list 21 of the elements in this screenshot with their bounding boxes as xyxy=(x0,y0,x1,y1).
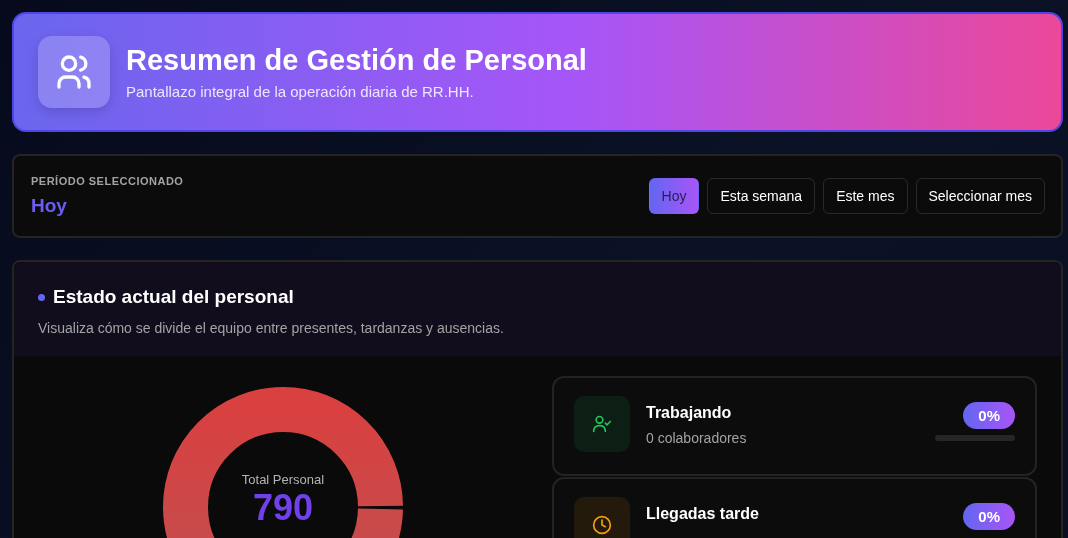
section-title: Estado actual del personal xyxy=(53,286,294,308)
status-count: 0 colaboradores xyxy=(646,430,748,446)
status-name: Llegadas tarde xyxy=(646,505,760,523)
percent-badge: 0% xyxy=(963,402,1015,429)
period-value: Hoy xyxy=(31,195,68,217)
bullet-dot xyxy=(38,293,45,301)
page-title: Resumen de Gestión de Personal xyxy=(126,44,587,77)
users-icon xyxy=(38,36,110,108)
status-name: Trabajando xyxy=(646,404,733,422)
page-subtitle: Pantallazo integral de la operación diaria de RR.HH. xyxy=(126,83,475,100)
section-description: Visualiza cómo se divide el equipo entre presentes, tardanzas y ausencias. xyxy=(38,320,505,336)
period-button[interactable]: Seleccionar mes xyxy=(915,178,1045,214)
period-button[interactable]: Esta semana xyxy=(707,178,816,214)
period-label: PERÍODO SELECCIONADO xyxy=(31,175,184,187)
percent-badge: 0% xyxy=(963,503,1015,530)
user-check-icon xyxy=(592,414,612,434)
total-value: 790 xyxy=(251,487,315,529)
period-button[interactable]: Este mes xyxy=(823,178,908,214)
period-button[interactable]: Hoy xyxy=(648,178,700,214)
total-label: Total Personal xyxy=(240,472,326,487)
clock-icon xyxy=(592,515,612,535)
